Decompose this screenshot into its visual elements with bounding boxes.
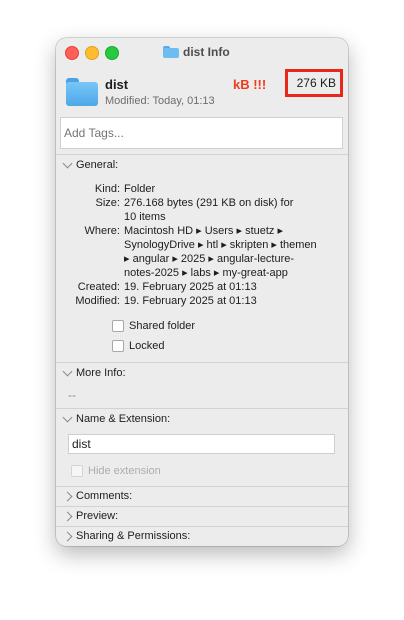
window-title-text: dist Info bbox=[183, 45, 230, 59]
folder-icon bbox=[163, 46, 179, 58]
hide-extension-label: Hide extension bbox=[88, 465, 161, 477]
chevron-down-icon bbox=[62, 158, 73, 169]
kb-annotation: kB !!! bbox=[233, 77, 267, 92]
size-value-line: 276.168 bytes (291 KB on disk) for bbox=[124, 197, 294, 209]
name-field[interactable]: dist bbox=[68, 434, 335, 454]
comments-toggle[interactable]: Comments: bbox=[62, 490, 133, 502]
more-info-section: More Info: -- bbox=[56, 362, 348, 409]
sharing-toggle[interactable]: Sharing & Permissions: bbox=[62, 530, 191, 542]
title-bar[interactable]: dist Info bbox=[56, 38, 348, 66]
name-extension-toggle[interactable]: Name & Extension: bbox=[62, 412, 171, 425]
modified-label: Modified: bbox=[75, 295, 120, 307]
preview-section: Preview: bbox=[56, 506, 348, 527]
minimize-button[interactable] bbox=[85, 46, 99, 60]
sharing-heading: Sharing & Permissions: bbox=[76, 530, 191, 542]
window-title: dist Info bbox=[163, 45, 230, 59]
size-value-line: 10 items bbox=[124, 211, 166, 223]
more-info-toggle[interactable]: More Info: bbox=[62, 366, 126, 379]
where-line: Macintosh HD ▸ Users ▸ stuetz ▸ bbox=[124, 225, 283, 237]
where-value: Macintosh HD ▸ Users ▸ stuetz ▸ Synology… bbox=[124, 224, 336, 280]
chevron-down-icon bbox=[62, 412, 73, 423]
item-size: 276 KB bbox=[285, 69, 343, 97]
name-extension-section: Name & Extension: dist Hide extension bbox=[56, 408, 348, 487]
name-extension-heading: Name & Extension: bbox=[76, 413, 171, 425]
general-heading: General: bbox=[76, 159, 119, 171]
chevron-right-icon bbox=[62, 491, 73, 501]
comments-section: Comments: bbox=[56, 486, 348, 507]
where-line: SynologyDrive ▸ htl ▸ skripten ▸ themen bbox=[124, 239, 317, 251]
chevron-down-icon bbox=[62, 366, 73, 377]
item-name: dist bbox=[105, 77, 129, 92]
more-info-heading: More Info: bbox=[76, 367, 126, 379]
chevron-right-icon bbox=[62, 511, 73, 521]
kind-value: Folder bbox=[124, 183, 156, 195]
general-section: General: Kind: Folder Size: 276.168 byte… bbox=[56, 154, 348, 363]
general-details: Kind: Folder Size: 276.168 bytes (291 KB… bbox=[56, 182, 348, 308]
created-label: Created: bbox=[77, 281, 120, 293]
where-label: Where: bbox=[84, 225, 120, 237]
kind-label: Kind: bbox=[94, 183, 120, 195]
checkbox-icon[interactable] bbox=[112, 320, 124, 332]
general-toggle[interactable]: General: bbox=[62, 158, 119, 171]
preview-toggle[interactable]: Preview: bbox=[62, 510, 119, 522]
size-label: Size: bbox=[95, 197, 120, 209]
where-line: notes-2025 ▸ labs ▸ my-great-app bbox=[124, 267, 288, 279]
size-value: 276.168 bytes (291 KB on disk) for 10 it… bbox=[124, 196, 336, 224]
modified-value: 19. February 2025 at 01:13 bbox=[124, 295, 257, 307]
preview-heading: Preview: bbox=[76, 510, 119, 522]
tags-input[interactable] bbox=[60, 117, 343, 149]
sharing-section: Sharing & Permissions: bbox=[56, 526, 348, 546]
chevron-right-icon bbox=[62, 531, 73, 541]
where-line: ▸ angular ▸ 2025 ▸ angular-lecture- bbox=[124, 253, 295, 265]
shared-folder-label: Shared folder bbox=[129, 320, 196, 332]
created-value: 19. February 2025 at 01:13 bbox=[124, 281, 257, 293]
checkbox-icon[interactable] bbox=[112, 340, 124, 352]
locked-checkbox[interactable]: Locked bbox=[112, 340, 164, 352]
info-header: dist Modified: Today, 01:13 kB !!! 276 K… bbox=[56, 66, 348, 154]
info-window: dist Info dist Modified: Today, 01:13 kB… bbox=[56, 38, 348, 546]
comments-heading: Comments: bbox=[76, 490, 133, 502]
shared-folder-checkbox[interactable]: Shared folder bbox=[112, 320, 195, 332]
locked-label: Locked bbox=[129, 340, 165, 352]
folder-icon bbox=[66, 78, 98, 106]
zoom-button[interactable] bbox=[105, 46, 119, 60]
more-info-value: -- bbox=[68, 388, 76, 402]
item-modified: Modified: Today, 01:13 bbox=[105, 95, 215, 107]
hide-extension-checkbox: Hide extension bbox=[71, 465, 161, 477]
close-button[interactable] bbox=[65, 46, 79, 60]
checkbox-icon bbox=[71, 465, 83, 477]
